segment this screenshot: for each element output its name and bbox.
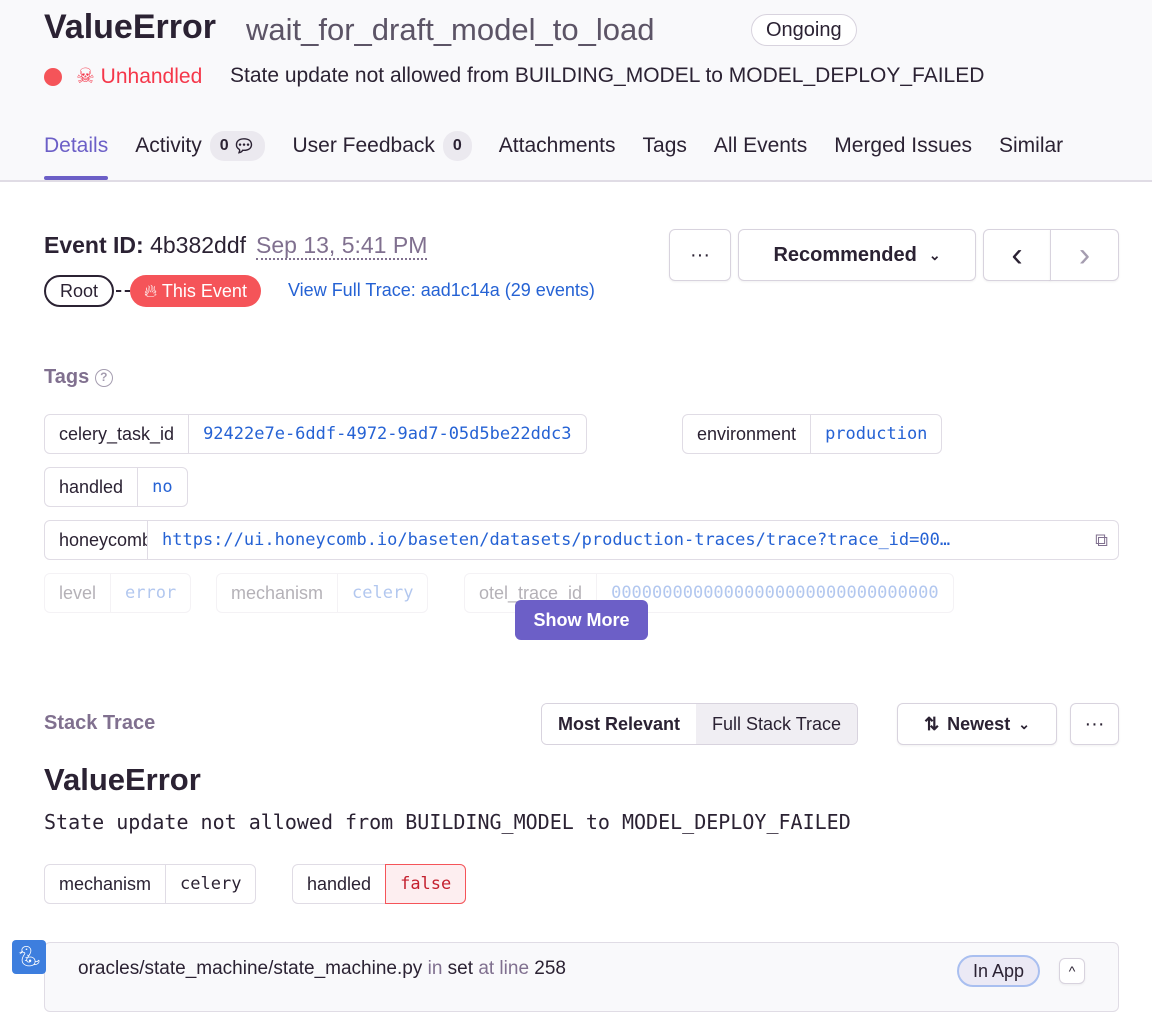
- full-stack-trace-button[interactable]: Full Stack Trace: [696, 704, 858, 744]
- sort-arrows-icon: ⇅: [924, 713, 940, 734]
- sort-label: Recommended: [773, 243, 917, 266]
- in-app-badge: In App: [957, 955, 1041, 987]
- this-event-label: This Event: [161, 281, 247, 301]
- comment-icon: 💬︎: [232, 136, 256, 156]
- tag-environment[interactable]: environment production: [682, 414, 943, 454]
- stack-trace-title: Stack Trace: [44, 712, 156, 734]
- tag-value[interactable]: 92422e7e-6ddf-4972-9ad7-05d5be22ddc3: [189, 415, 585, 453]
- tag-key: honeycomb: [45, 521, 148, 559]
- sort-label: Newest: [947, 713, 1011, 734]
- skull-icon: ☠: [76, 65, 95, 88]
- tag-value[interactable]: error: [111, 574, 190, 612]
- issue-culprit: wait_for_draft_model_to_load: [246, 12, 655, 47]
- tag-mechanism[interactable]: mechanism celery: [216, 573, 429, 613]
- chevron-down-icon: ⌄: [1018, 715, 1030, 732]
- tag-value[interactable]: https://ui.honeycomb.io/baseten/datasets…: [148, 521, 1085, 559]
- tab-details[interactable]: Details: [44, 130, 109, 180]
- frame-file: oracles/state_machine/state_machine.py: [78, 958, 423, 979]
- stack-sort-dropdown[interactable]: ⇅ Newest ⌄: [897, 703, 1057, 745]
- tab-label: Tags: [642, 134, 687, 157]
- tag-key: celery_task_id: [45, 415, 190, 453]
- tab-label: Similar: [999, 134, 1064, 157]
- collapse-frame-button[interactable]: ^: [1059, 958, 1085, 984]
- previous-event-button[interactable]: ‹: [983, 229, 1051, 281]
- tab-all-events[interactable]: All Events: [714, 130, 807, 162]
- frame-at: at line: [478, 958, 530, 979]
- tab-user-feedback[interactable]: User Feedback 0: [292, 130, 472, 162]
- help-icon[interactable]: ?: [94, 369, 113, 387]
- issue-title: ValueError: [44, 8, 216, 46]
- tag-value: celery: [180, 874, 242, 894]
- chevron-up-icon: ^: [1068, 963, 1076, 979]
- tab-label: Activity: [135, 134, 202, 157]
- most-relevant-button[interactable]: Most Relevant: [542, 704, 697, 744]
- external-link-icon[interactable]: ⧉: [1085, 521, 1118, 559]
- tab-tags[interactable]: Tags: [643, 130, 687, 162]
- tag-value[interactable]: production: [811, 415, 941, 453]
- event-id-label: Event ID:: [44, 232, 144, 258]
- tab-label: Details: [44, 134, 109, 157]
- stack-more-button[interactable]: ···: [1070, 703, 1119, 745]
- activity-count: 0 💬︎: [209, 131, 266, 161]
- issue-tabs: Details Activity 0 💬︎ User Feedback 0 Attac…: [44, 130, 1063, 180]
- tag-key: mechanism: [217, 574, 339, 612]
- tag-value: false: [385, 864, 467, 904]
- frame-in: in: [427, 958, 443, 979]
- tag-handled[interactable]: handled no: [44, 467, 188, 507]
- unhandled-label: ☠ Unhandled: [76, 64, 202, 89]
- frame-title: oracles/state_machine/state_machine.py i…: [78, 958, 566, 980]
- fire-icon: 🔥︎: [144, 281, 158, 301]
- event-date[interactable]: Sep 13, 5:41 PM: [256, 232, 428, 260]
- status-badge: Ongoing: [751, 14, 857, 46]
- feedback-count: 0: [442, 131, 472, 161]
- tag-value[interactable]: 00000000000000000000000000000000: [597, 574, 953, 612]
- tag-level[interactable]: level error: [44, 573, 192, 613]
- tag-value[interactable]: celery: [338, 574, 427, 612]
- handled-tag: handled false: [292, 864, 467, 904]
- tag-key: handled: [45, 468, 139, 506]
- exception-type: ValueError: [44, 762, 201, 797]
- tab-activity[interactable]: Activity 0 💬︎: [135, 130, 266, 162]
- tag-celery-task-id[interactable]: celery_task_id 92422e7e-6ddf-4972-9ad7-05…: [44, 414, 587, 454]
- tags-title-text: Tags: [44, 366, 90, 388]
- tab-attachments[interactable]: Attachments: [499, 130, 616, 162]
- event-id: Event ID: 4b382ddf Sep 13, 5:41 PM: [44, 232, 428, 260]
- stack-view-toggle: Most Relevant Full Stack Trace: [541, 703, 859, 745]
- mechanism-tag: mechanism celery: [44, 864, 257, 904]
- next-event-button[interactable]: ›: [1050, 229, 1119, 281]
- issue-message: State update not allowed from BUILDING_M…: [230, 64, 985, 87]
- tab-merged-issues[interactable]: Merged Issues: [834, 130, 972, 162]
- event-sort-dropdown[interactable]: Recommended ⌄: [738, 229, 976, 281]
- tab-label: User Feedback: [292, 134, 435, 157]
- tag-key: environment: [683, 415, 812, 453]
- count: 0: [219, 137, 229, 154]
- frame-function: set: [447, 958, 474, 979]
- level-dot-icon: [44, 68, 62, 86]
- tag-honeycomb[interactable]: honeycomb https://ui.honeycomb.io/baseten…: [44, 520, 1119, 560]
- tags-title: Tags ?: [44, 366, 113, 389]
- exception-value: State update not allowed from BUILDING_M…: [44, 810, 851, 834]
- show-more-button[interactable]: Show More: [515, 600, 648, 640]
- trace-root-badge[interactable]: Root: [44, 275, 115, 307]
- event-more-button[interactable]: ···: [669, 229, 731, 281]
- frame-line: 258: [534, 958, 566, 979]
- python-icon: 🐍︎: [12, 940, 46, 974]
- this-event-badge: 🔥︎ This Event: [130, 275, 261, 307]
- trace-connector: [116, 290, 130, 292]
- tab-similar[interactable]: Similar: [999, 130, 1063, 162]
- unhandled-text: Unhandled: [100, 65, 203, 88]
- event-id-value: 4b382ddf: [150, 232, 247, 258]
- chevron-down-icon: ⌄: [928, 246, 941, 263]
- tag-key: level: [45, 574, 112, 612]
- tab-label: Merged Issues: [834, 134, 972, 157]
- tag-key: mechanism: [45, 865, 167, 903]
- tag-key: handled: [307, 874, 372, 894]
- tab-label: All Events: [713, 134, 808, 157]
- view-full-trace-link[interactable]: View Full Trace: aad1c14a (29 events): [288, 280, 595, 301]
- tag-value[interactable]: no: [138, 468, 186, 506]
- tab-label: Attachments: [498, 134, 616, 157]
